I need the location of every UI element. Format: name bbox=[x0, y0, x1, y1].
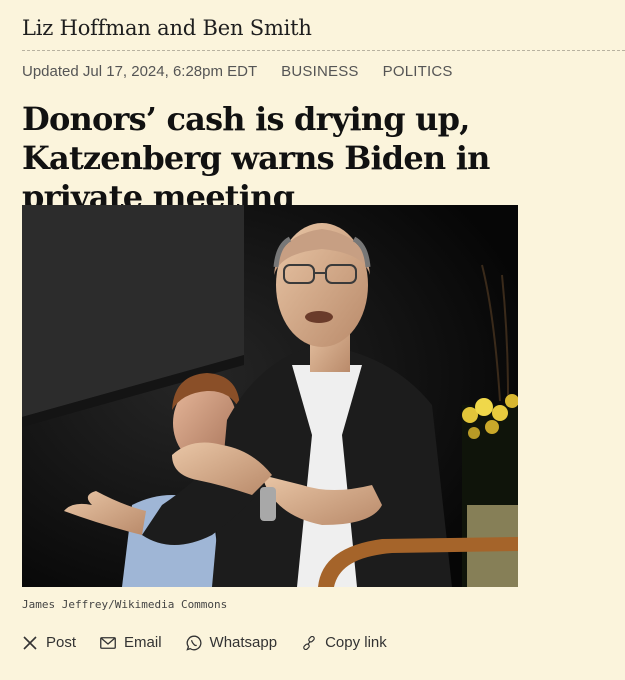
photo-credit: James Jeffrey/Wikimedia Commons bbox=[22, 598, 228, 611]
divider bbox=[22, 50, 625, 51]
envelope-icon bbox=[100, 635, 116, 651]
tag-politics[interactable]: POLITICS bbox=[383, 63, 453, 80]
article-headline: Donors’ cash is drying up, Katzenberg wa… bbox=[22, 100, 490, 216]
share-email-button[interactable]: Email bbox=[100, 634, 162, 651]
share-post-label: Post bbox=[46, 634, 77, 651]
whatsapp-icon bbox=[185, 635, 202, 651]
updated-timestamp: Updated Jul 17, 2024, 6:28pm EDT bbox=[22, 63, 258, 80]
article-photo bbox=[22, 205, 518, 587]
link-icon bbox=[301, 635, 317, 651]
article-meta: Updated Jul 17, 2024, 6:28pm EDT BUSINES… bbox=[22, 63, 453, 80]
share-whatsapp-button[interactable]: Whatsapp bbox=[185, 634, 278, 651]
share-bar: Post Email Whatsapp Copy link bbox=[22, 634, 387, 651]
photo-illustration bbox=[22, 205, 518, 587]
share-whatsapp-label: Whatsapp bbox=[209, 634, 278, 651]
share-email-label: Email bbox=[124, 634, 162, 651]
copy-link-button[interactable]: Copy link bbox=[301, 634, 387, 651]
tag-business[interactable]: BUSINESS bbox=[281, 63, 358, 80]
copy-link-label: Copy link bbox=[325, 634, 387, 651]
article-authors[interactable]: Liz Hoffman and Ben Smith bbox=[22, 16, 312, 40]
share-post-button[interactable]: Post bbox=[22, 634, 76, 651]
x-logo-icon bbox=[22, 635, 38, 651]
